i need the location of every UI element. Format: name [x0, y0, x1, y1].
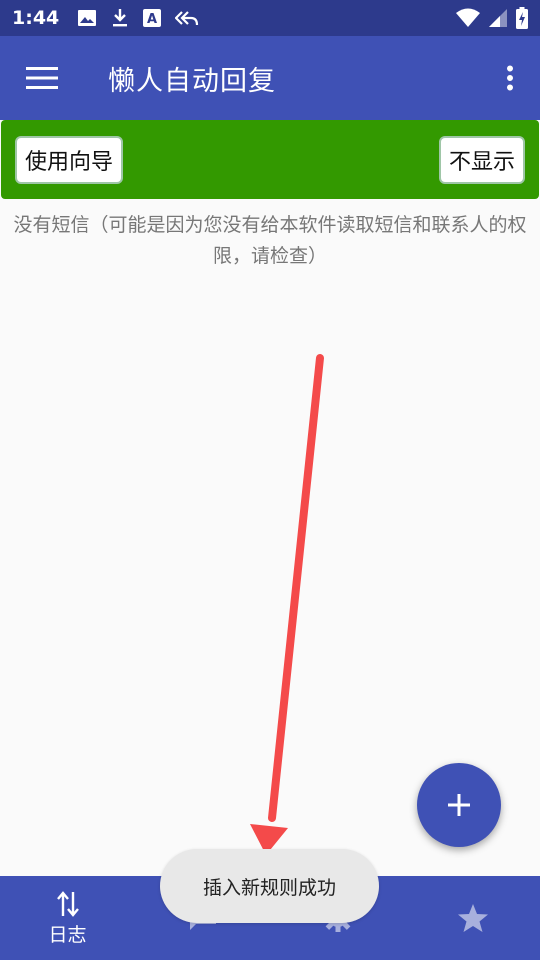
font-icon: A [143, 9, 162, 27]
toast-message: 插入新规则成功 [160, 849, 379, 923]
swap-vertical-icon [56, 890, 79, 917]
menu-button[interactable] [0, 36, 84, 120]
more-options-button[interactable] [480, 36, 540, 120]
reply-all-icon [175, 9, 199, 27]
status-bar: 1:44 A [0, 0, 540, 36]
menu-icon [26, 67, 58, 89]
hide-banner-button[interactable]: 不显示 [438, 135, 525, 184]
empty-sms-message: 没有短信（可能是因为您没有给本软件读取短信和联系人的权限，请检查） [13, 214, 527, 267]
wifi-icon [456, 8, 480, 28]
guide-button[interactable]: 使用向导 [15, 135, 124, 184]
add-rule-button[interactable] [417, 763, 501, 847]
status-time: 1:44 [12, 7, 60, 29]
plus-icon [448, 794, 470, 816]
screen: 1:44 A 懒人自动回复 使用向导 不显示 没有短信（可能是因为您没有给本软件… [0, 0, 540, 960]
nav-item-favorites[interactable] [405, 876, 540, 960]
star-icon [457, 904, 488, 932]
notification-icons: A [77, 8, 199, 28]
image-icon [77, 8, 97, 28]
battery-icon [516, 7, 528, 29]
more-vert-icon [507, 65, 513, 91]
app-title: 懒人自动回复 [108, 65, 276, 97]
app-bar: 懒人自动回复 [0, 36, 540, 120]
guide-banner: 使用向导 不显示 [1, 120, 539, 199]
nav-label-log: 日志 [48, 923, 87, 946]
download-icon [111, 8, 129, 28]
nav-item-log[interactable]: 日志 [0, 876, 135, 960]
svg-text:A: A [147, 12, 157, 27]
system-icons [456, 7, 528, 29]
signal-icon [488, 8, 508, 28]
